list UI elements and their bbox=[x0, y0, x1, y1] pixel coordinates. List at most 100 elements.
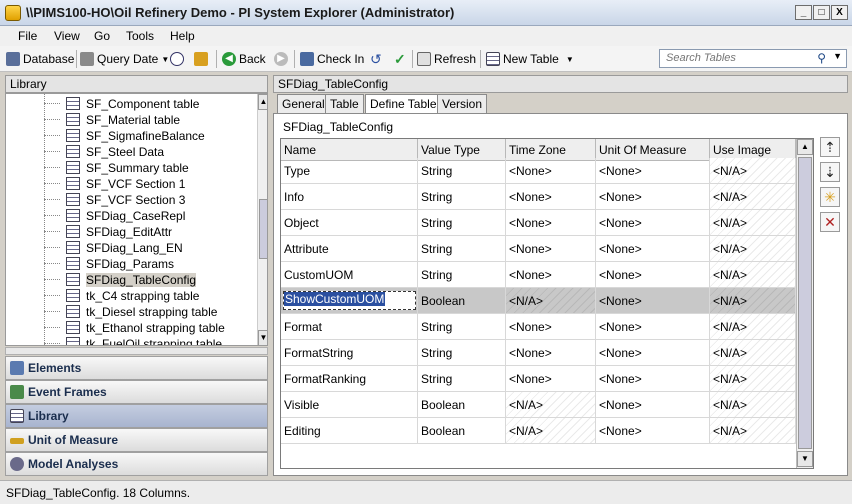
scroll-up-icon[interactable]: ▲ bbox=[258, 94, 267, 110]
apply-button[interactable]: ✓ bbox=[394, 50, 406, 68]
tree-item[interactable]: SF_VCF Section 3 bbox=[6, 192, 252, 208]
grid-cell[interactable]: <N/A> bbox=[506, 392, 596, 418]
grid-cell[interactable]: Info bbox=[281, 184, 418, 210]
grid-cell[interactable]: Format bbox=[281, 314, 418, 340]
grid-cell[interactable]: <N/A> bbox=[710, 236, 796, 262]
grid-cell[interactable]: <None> bbox=[506, 158, 596, 184]
grid-cell[interactable]: Object bbox=[281, 210, 418, 236]
close-button[interactable]: X bbox=[831, 5, 848, 20]
tree-scrollbar[interactable]: ▲ ▼ bbox=[257, 94, 267, 345]
tree-item[interactable]: SF_Summary table bbox=[6, 160, 252, 176]
grid-cell[interactable]: <None> bbox=[596, 262, 710, 288]
search-input[interactable] bbox=[664, 50, 814, 66]
grid-cell[interactable]: FormatRanking bbox=[281, 366, 418, 392]
grid-cell[interactable]: Editing bbox=[281, 418, 418, 444]
check-in-button[interactable]: Check In bbox=[300, 50, 364, 68]
nav-library[interactable]: Library bbox=[5, 404, 268, 428]
grid-cell[interactable]: <N/A> bbox=[710, 418, 796, 444]
grid-cell[interactable]: ShowCustomUOM bbox=[281, 288, 418, 314]
scroll-down-icon[interactable]: ▼ bbox=[797, 451, 813, 467]
search-box[interactable]: ⚲ ▼ bbox=[659, 49, 847, 68]
grid-scrollbar[interactable]: ▲ ▼ bbox=[796, 139, 813, 468]
tree-button[interactable] bbox=[194, 50, 208, 68]
maximize-button[interactable]: □ bbox=[813, 5, 830, 20]
clock-button[interactable] bbox=[170, 50, 184, 68]
grid-cell[interactable]: <N/A> bbox=[710, 392, 796, 418]
grid-cell[interactable]: <None> bbox=[506, 210, 596, 236]
nav-elements[interactable]: Elements bbox=[5, 356, 268, 380]
grid-cell[interactable]: <None> bbox=[506, 314, 596, 340]
menu-tools[interactable]: Tools bbox=[126, 29, 154, 43]
grid-cell[interactable]: <None> bbox=[596, 366, 710, 392]
grid-cell[interactable]: <N/A> bbox=[710, 262, 796, 288]
grid-cell[interactable]: String bbox=[418, 236, 506, 262]
chevron-down-icon[interactable]: ▼ bbox=[833, 51, 842, 61]
tree-item[interactable]: SFDiag_Lang_EN bbox=[6, 240, 252, 256]
grid-cell[interactable]: String bbox=[418, 262, 506, 288]
nav-unit-of-measure[interactable]: Unit of Measure bbox=[5, 428, 268, 452]
nav-event-frames[interactable]: Event Frames bbox=[5, 380, 268, 404]
grid-cell[interactable]: <None> bbox=[506, 366, 596, 392]
grid-cell[interactable]: Visible bbox=[281, 392, 418, 418]
grid-cell[interactable]: String bbox=[418, 340, 506, 366]
grid-cell[interactable]: Attribute bbox=[281, 236, 418, 262]
grid-cell[interactable]: CustomUOM bbox=[281, 262, 418, 288]
move-up-button[interactable]: ⇡ bbox=[820, 137, 840, 157]
grid-cell[interactable]: <N/A> bbox=[710, 158, 796, 184]
scroll-thumb[interactable] bbox=[259, 199, 267, 259]
database-button[interactable]: Database bbox=[6, 50, 74, 68]
tree-item[interactable]: SFDiag_EditAttr bbox=[6, 224, 252, 240]
grid-cell[interactable]: <None> bbox=[596, 418, 710, 444]
tree-item[interactable]: tk_Diesel strapping table bbox=[6, 304, 252, 320]
grid-cell[interactable]: String bbox=[418, 158, 506, 184]
grid-cell[interactable]: Boolean bbox=[418, 392, 506, 418]
forward-button[interactable]: ▶ bbox=[274, 50, 288, 68]
tab-define-table[interactable]: Define Table bbox=[365, 94, 442, 114]
grid-cell[interactable]: <None> bbox=[506, 236, 596, 262]
search-icon[interactable]: ⚲ bbox=[817, 51, 826, 65]
query-date-button[interactable]: Query Date ▼ bbox=[80, 50, 169, 68]
new-table-button[interactable]: New Table ▼ bbox=[486, 50, 574, 68]
grid-cell[interactable]: Boolean bbox=[418, 288, 506, 314]
grid-cell[interactable]: <N/A> bbox=[710, 210, 796, 236]
tree-item[interactable]: SFDiag_TableConfig bbox=[6, 272, 252, 288]
tree-item[interactable]: SF_Steel Data bbox=[6, 144, 252, 160]
delete-column-button[interactable]: ✕ bbox=[820, 212, 840, 232]
tree-item[interactable]: tk_Ethanol strapping table bbox=[6, 320, 252, 336]
tab-version[interactable]: Version bbox=[437, 94, 488, 113]
tab-general[interactable]: General bbox=[277, 94, 330, 113]
new-column-button[interactable]: ✳ bbox=[820, 187, 840, 207]
tree-item[interactable]: SF_VCF Section 1 bbox=[6, 176, 252, 192]
grid-cell[interactable]: <None> bbox=[596, 288, 710, 314]
minimize-button[interactable]: _ bbox=[795, 5, 812, 20]
grid-cell[interactable]: <None> bbox=[596, 314, 710, 340]
grid-cell[interactable]: <None> bbox=[596, 392, 710, 418]
tree-item[interactable]: tk_C4 strapping table bbox=[6, 288, 252, 304]
name-edit-field[interactable]: ShowCustomUOM bbox=[283, 291, 416, 310]
undo-button[interactable]: ↺ bbox=[370, 50, 382, 68]
nav-model-analyses[interactable]: Model Analyses bbox=[5, 452, 268, 476]
scroll-down-icon[interactable]: ▼ bbox=[258, 330, 267, 345]
grid-cell[interactable]: String bbox=[418, 314, 506, 340]
menu-help[interactable]: Help bbox=[170, 29, 195, 43]
scroll-thumb[interactable] bbox=[798, 157, 812, 449]
grid-cell[interactable]: <N/A> bbox=[506, 418, 596, 444]
grid-cell[interactable]: <None> bbox=[596, 158, 710, 184]
menu-view[interactable]: View bbox=[54, 29, 80, 43]
splitter-grip[interactable] bbox=[5, 347, 268, 355]
grid-cell[interactable]: <N/A> bbox=[710, 184, 796, 210]
grid-cell[interactable]: <None> bbox=[596, 210, 710, 236]
back-button[interactable]: ◀ Back bbox=[222, 50, 266, 68]
menu-file[interactable]: File bbox=[18, 29, 37, 43]
grid-cell[interactable]: String bbox=[418, 184, 506, 210]
menu-go[interactable]: Go bbox=[94, 29, 110, 43]
grid-cell[interactable]: <None> bbox=[596, 236, 710, 262]
grid-cell[interactable]: Type bbox=[281, 158, 418, 184]
grid-cell[interactable]: String bbox=[418, 210, 506, 236]
grid-cell[interactable]: <N/A> bbox=[710, 340, 796, 366]
grid-cell[interactable]: <N/A> bbox=[506, 288, 596, 314]
grid-cell[interactable]: String bbox=[418, 366, 506, 392]
grid-cell[interactable]: FormatString bbox=[281, 340, 418, 366]
tree-item[interactable]: SF_SigmafineBalance bbox=[6, 128, 252, 144]
grid-cell[interactable]: <N/A> bbox=[710, 366, 796, 392]
